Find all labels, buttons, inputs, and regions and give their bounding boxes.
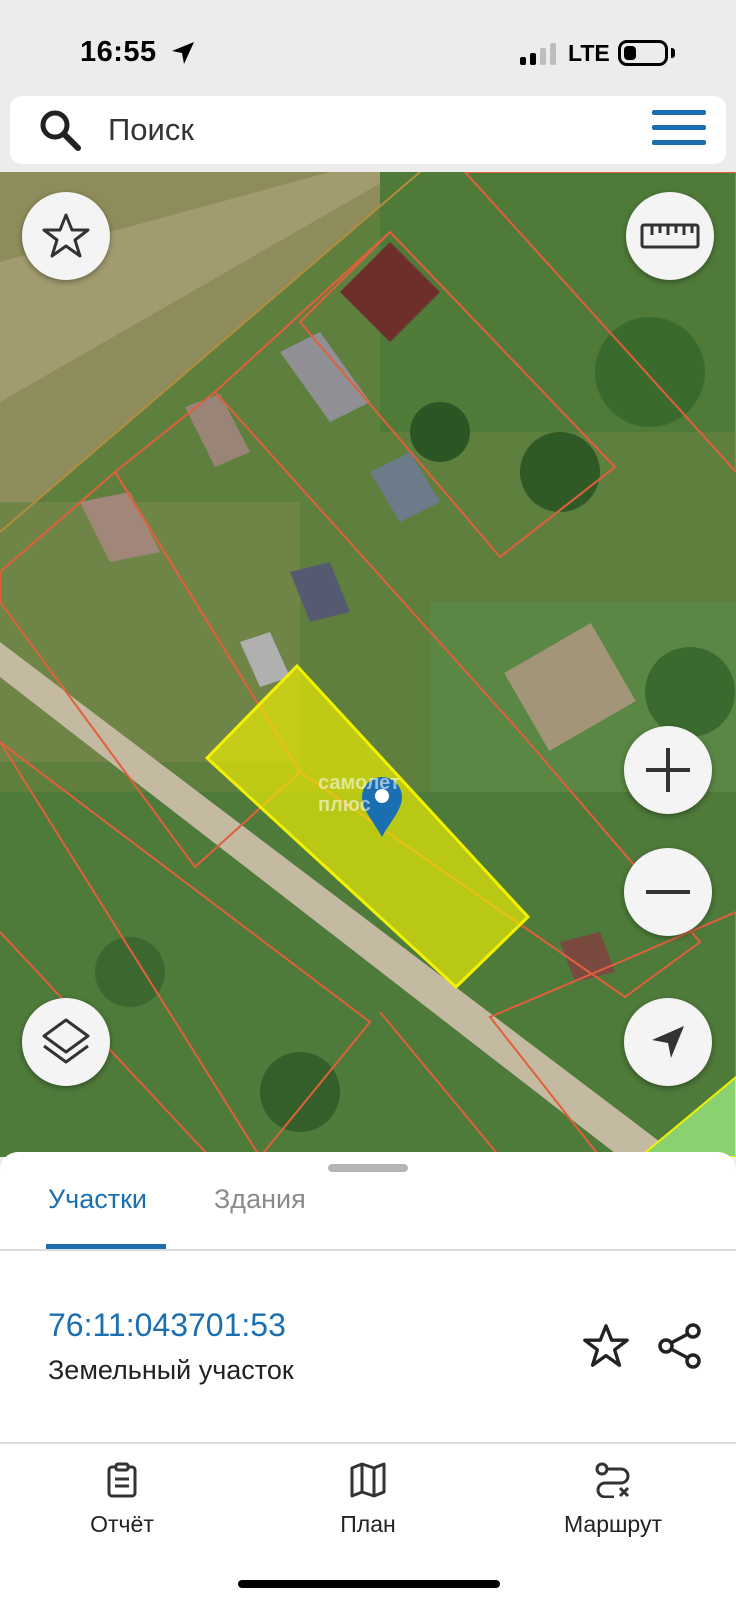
locate-me-button[interactable] (624, 998, 712, 1086)
tab-buildings[interactable]: Здания (214, 1184, 306, 1215)
zoom-in-button[interactable] (624, 726, 712, 814)
status-bar: 16:55 LTE (0, 0, 736, 95)
tabs-divider (0, 1249, 736, 1251)
share-icon[interactable] (657, 1322, 703, 1370)
watermark-line1: самолет (318, 772, 400, 794)
search-icon[interactable] (38, 108, 82, 152)
minus-icon (646, 890, 690, 894)
search-bar[interactable]: Поиск (10, 96, 726, 164)
tab-parcels[interactable]: Участки (48, 1184, 147, 1215)
layers-button[interactable] (22, 998, 110, 1086)
zoom-out-button[interactable] (624, 848, 712, 936)
satellite-map[interactable]: самолет плюс (0, 172, 736, 1157)
bottom-sheet[interactable]: Участки Здания 76:11:043701:53 Земельный… (0, 1152, 736, 1600)
watermark-line2: плюс (318, 794, 371, 816)
ruler-icon (640, 223, 700, 249)
search-input[interactable]: Поиск (108, 112, 194, 148)
card-divider (0, 1442, 736, 1444)
nav-route-button[interactable]: Маршрут (533, 1462, 693, 1538)
network-type: LTE (568, 40, 610, 66)
parcel-cadastral-number[interactable]: 76:11:043701:53 (48, 1307, 286, 1344)
route-icon (595, 1462, 630, 1499)
navigation-arrow-icon (652, 1026, 684, 1058)
star-icon (42, 213, 90, 258)
nav-plan-label: План (340, 1511, 396, 1537)
status-time: 16:55 (80, 36, 157, 68)
sheet-drag-handle[interactable] (328, 1164, 408, 1172)
ruler-button[interactable] (626, 192, 714, 280)
menu-icon[interactable] (652, 110, 706, 145)
battery-nub (671, 48, 675, 58)
nav-route-label: Маршрут (563, 1511, 663, 1537)
map-plan-icon (350, 1462, 386, 1498)
parcel-type: Земельный участок (48, 1355, 294, 1385)
star-icon[interactable] (582, 1322, 630, 1370)
map-canvas[interactable] (0, 172, 736, 1157)
favorites-button[interactable] (22, 192, 110, 280)
nav-plan-button[interactable]: План (288, 1462, 448, 1538)
nav-report-label: Отчёт (90, 1511, 154, 1537)
layers-icon (42, 1018, 90, 1064)
map-watermark: самолет плюс (318, 772, 400, 816)
battery-icon (618, 40, 668, 66)
report-clipboard-icon (107, 1462, 137, 1498)
nav-report-button[interactable]: Отчёт (42, 1462, 202, 1538)
plus-icon (646, 748, 690, 792)
location-arrow-icon (172, 42, 194, 64)
signal-strength-icon (520, 43, 556, 65)
home-indicator[interactable] (238, 1580, 500, 1588)
